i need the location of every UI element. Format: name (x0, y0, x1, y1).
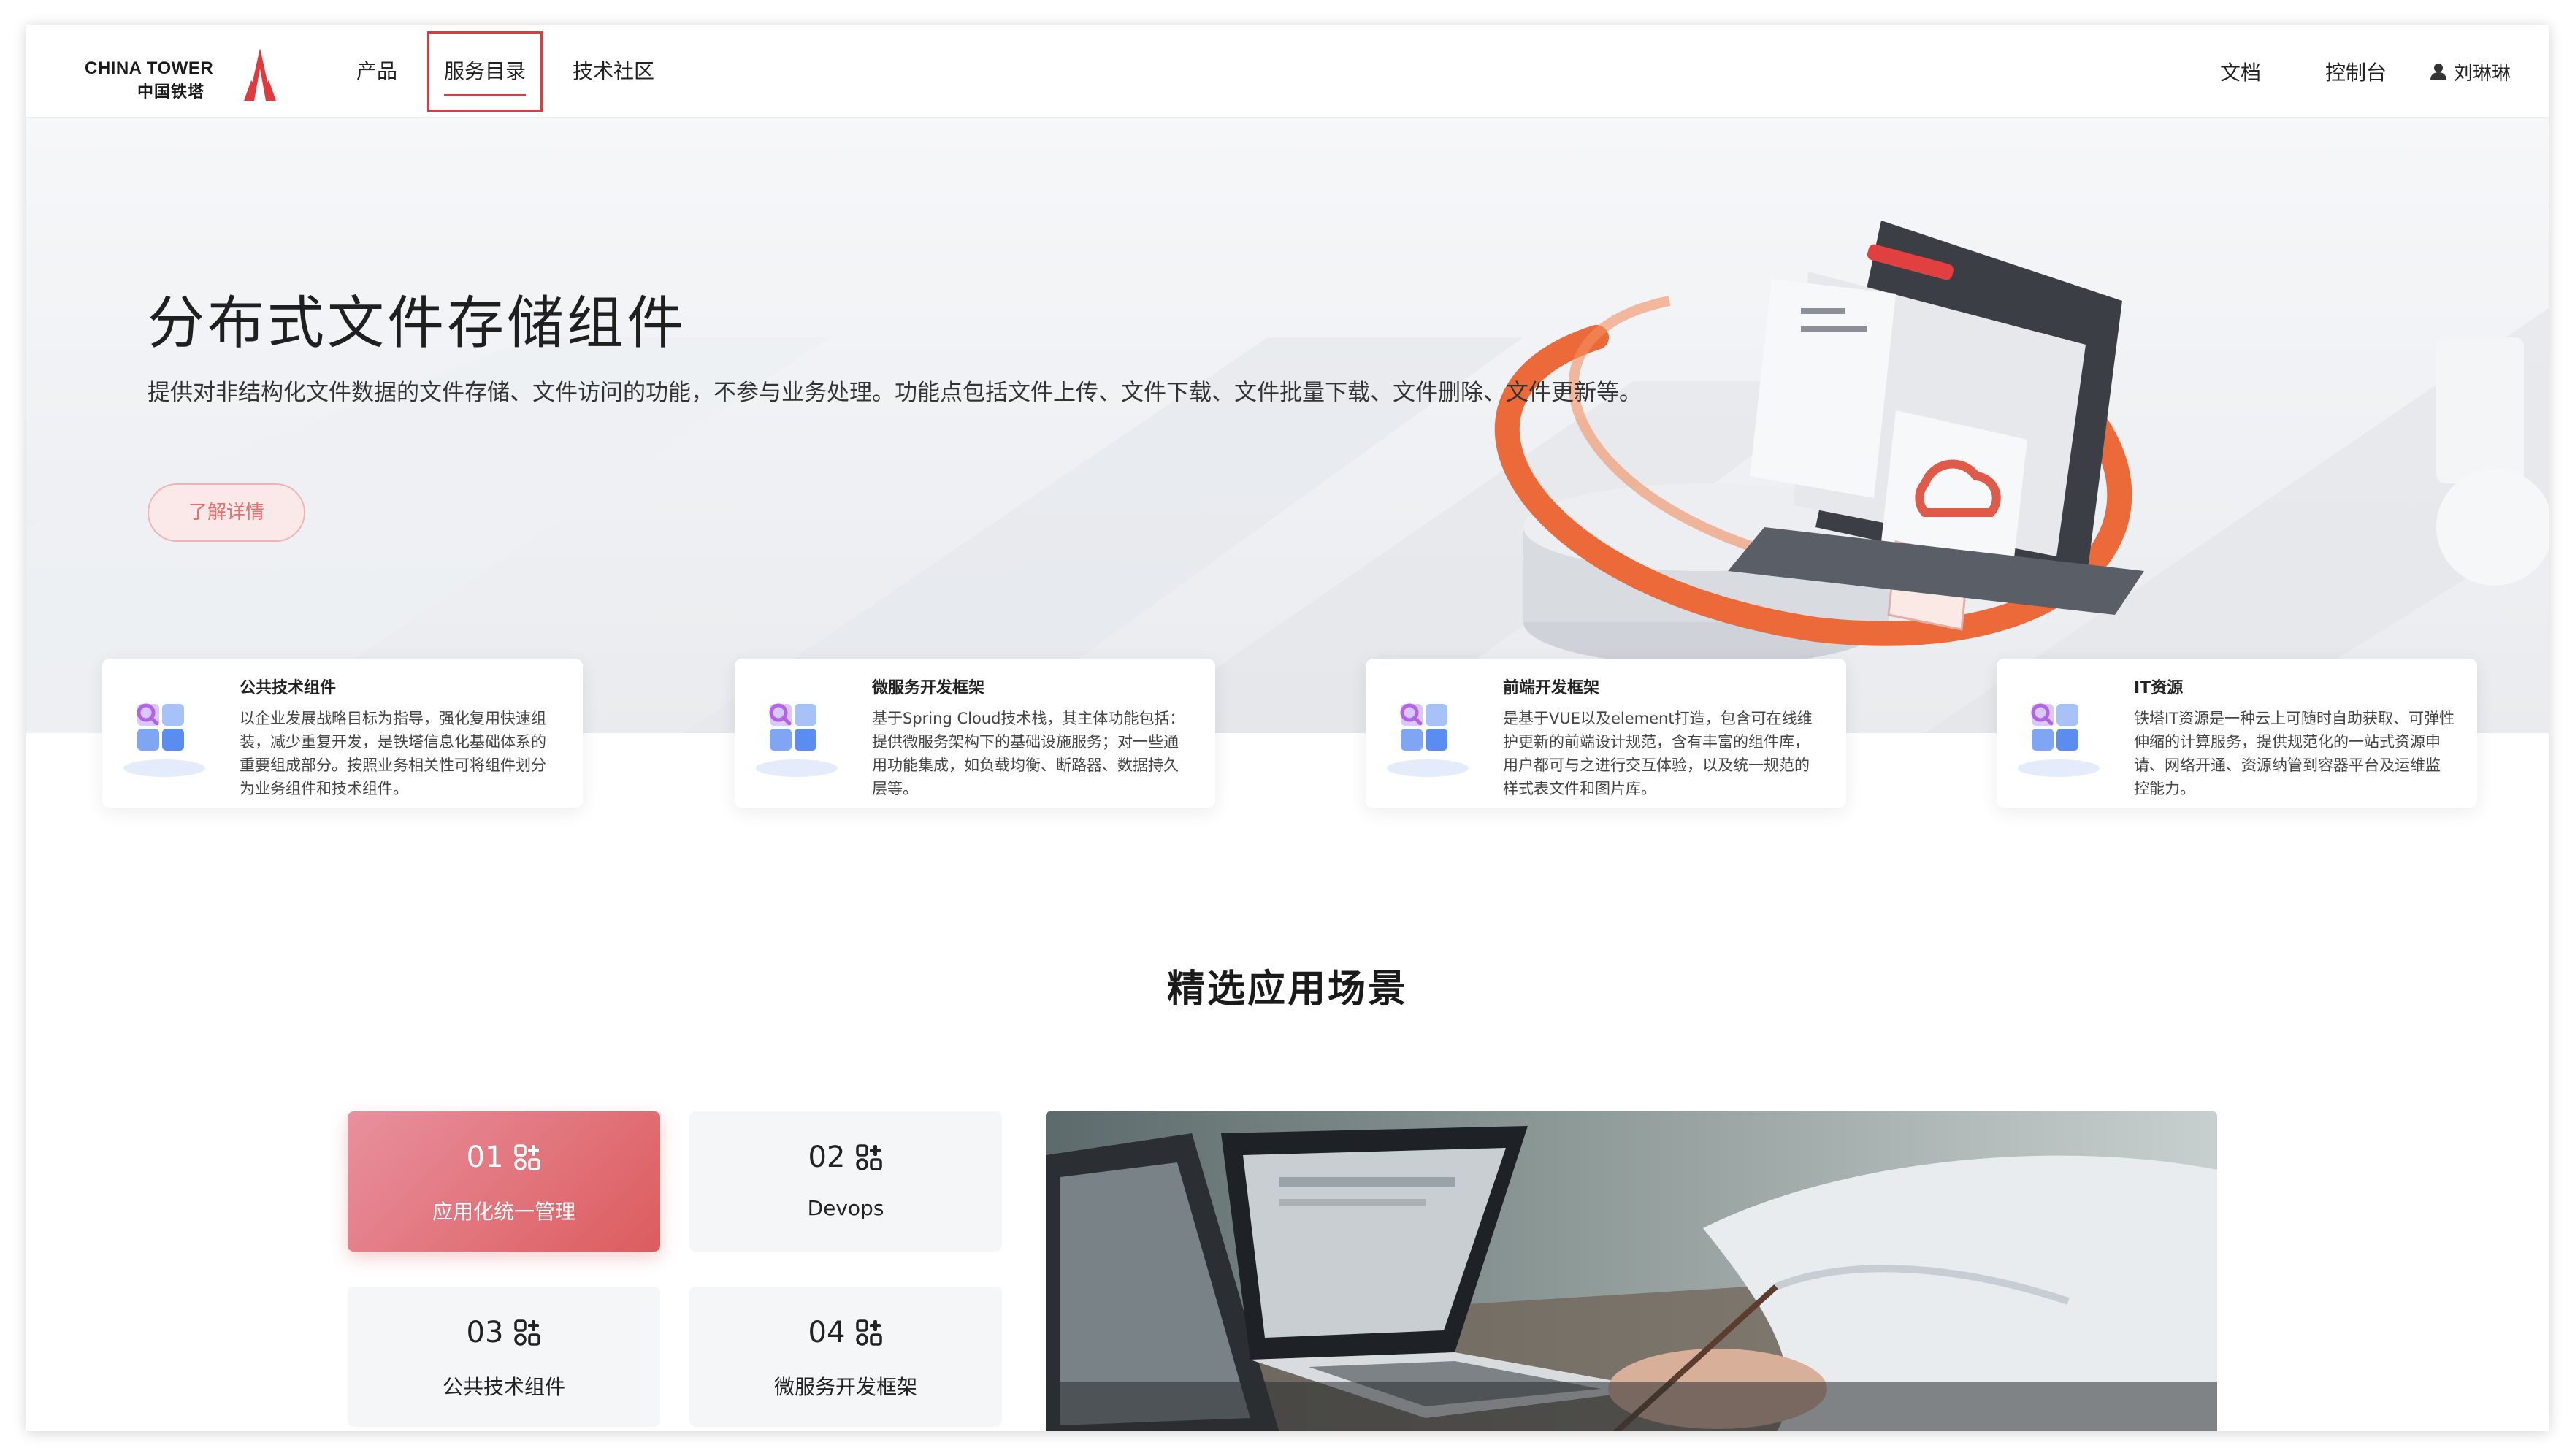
nav-tech-community[interactable]: 技术社区 (549, 25, 678, 118)
nav-console[interactable]: 控制台 (2325, 57, 2387, 86)
scene-photo-laptop (1046, 1111, 2217, 1431)
component-blocks-icon (756, 703, 838, 777)
card-title: 前端开发框架 (1503, 679, 1600, 697)
china-tower-logo[interactable]: CHINA TOWER 中国铁塔 (85, 44, 282, 105)
card-title: 公共技术组件 (240, 679, 337, 697)
component-blocks-icon (1387, 703, 1469, 777)
browser-page: CHINA TOWER 中国铁塔 产品 服务目录 技术社区 文档 控制台 刘琳琳 (26, 25, 2549, 1431)
section-title-scenes: 精选应用场景 (1166, 968, 1408, 1011)
apps-grid-icon (514, 1319, 541, 1346)
scene-tile-02[interactable]: 02 Devops (689, 1111, 1002, 1252)
card-text: 基于Spring Cloud技术栈，其主体功能包括：提供微服务架构下的基础设施服… (872, 710, 1185, 797)
card-text: 是基于VUE以及element打造，包含可在线维护更新的前端设计规范，含有丰富的… (1503, 710, 1813, 797)
tower-logo-icon (244, 48, 276, 101)
card-title: IT资源 (2134, 679, 2184, 697)
nav-docs[interactable]: 文档 (2220, 57, 2261, 86)
feature-cards: 公共技术组件 以企业发展战略目标为指导，强化复用快速组装，减少重复开发，是铁塔信… (102, 659, 2502, 808)
logo-text-en: CHINA TOWER (85, 58, 214, 78)
tile-number: 04 (808, 1316, 846, 1349)
tile-label: 微服务开发框架 (773, 1375, 917, 1399)
main-nav: 产品 服务目录 技术社区 (333, 25, 678, 118)
apps-grid-icon (856, 1319, 883, 1346)
nav-products[interactable]: 产品 (333, 25, 421, 118)
tile-number: 03 (466, 1316, 504, 1349)
component-blocks-icon (123, 703, 205, 777)
header-right: 文档 控制台 刘琳琳 (2156, 25, 2511, 118)
card-frontend-framework[interactable]: 前端开发框架 是基于VUE以及element打造，包含可在线维护更新的前端设计规… (1366, 659, 1846, 808)
component-blocks-icon (2018, 703, 2100, 777)
user-name: 刘琳琳 (2453, 62, 2511, 85)
scene-tile-01[interactable]: 01 应用化统一管理 (348, 1111, 660, 1252)
card-title: 微服务开发框架 (872, 679, 985, 697)
hero-title: 分布式文件存储组件 (148, 291, 687, 356)
hero-illustration (26, 221, 2549, 733)
card-it-resources[interactable]: IT资源 铁塔IT资源是一种云上可随时自助获取、可弹性伸缩的计算服务，提供规范化… (1997, 659, 2477, 808)
hero-banner: 分布式文件存储组件 提供对非结构化文件数据的文件存储、文件访问的功能，不参与业务… (26, 118, 2549, 733)
scene-tile-03[interactable]: 03 公共技术组件 (348, 1287, 660, 1427)
card-text: 以企业发展战略目标为指导，强化复用快速组装，减少重复开发，是铁塔信息化基础体系的… (240, 710, 546, 797)
top-navbar: CHINA TOWER 中国铁塔 产品 服务目录 技术社区 文档 控制台 刘琳琳 (26, 25, 2549, 118)
logo-text-cn: 中国铁塔 (137, 83, 205, 101)
tile-label: 应用化统一管理 (432, 1200, 575, 1224)
tile-label: Devops (807, 1196, 884, 1220)
scene-tile-04[interactable]: 04 微服务开发框架 (689, 1287, 1002, 1427)
apps-grid-icon (514, 1144, 541, 1170)
user-icon (2430, 64, 2446, 80)
card-public-components[interactable]: 公共技术组件 以企业发展战略目标为指导，强化复用快速组装，减少重复开发，是铁塔信… (102, 659, 583, 808)
apps-grid-icon (856, 1144, 883, 1170)
user-menu[interactable]: 刘琳琳 (2430, 58, 2511, 85)
nav-service-catalog[interactable]: 服务目录 (421, 25, 549, 118)
tile-label: 公共技术组件 (442, 1375, 565, 1399)
tile-number: 01 (466, 1141, 504, 1174)
card-microservice-framework[interactable]: 微服务开发框架 基于Spring Cloud技术栈，其主体功能包括：提供微服务架… (735, 659, 1215, 808)
tile-number: 02 (808, 1141, 846, 1174)
hero-description: 提供对非结构化文件数据的文件存储、文件访问的功能，不参与业务处理。功能点包括文件… (148, 380, 1642, 406)
learn-more-button[interactable]: 了解详情 (148, 483, 305, 542)
card-text: 铁塔IT资源是一种云上可随时自助获取、可弹性伸缩的计算服务，提供规范化的一站式资… (2134, 710, 2455, 797)
